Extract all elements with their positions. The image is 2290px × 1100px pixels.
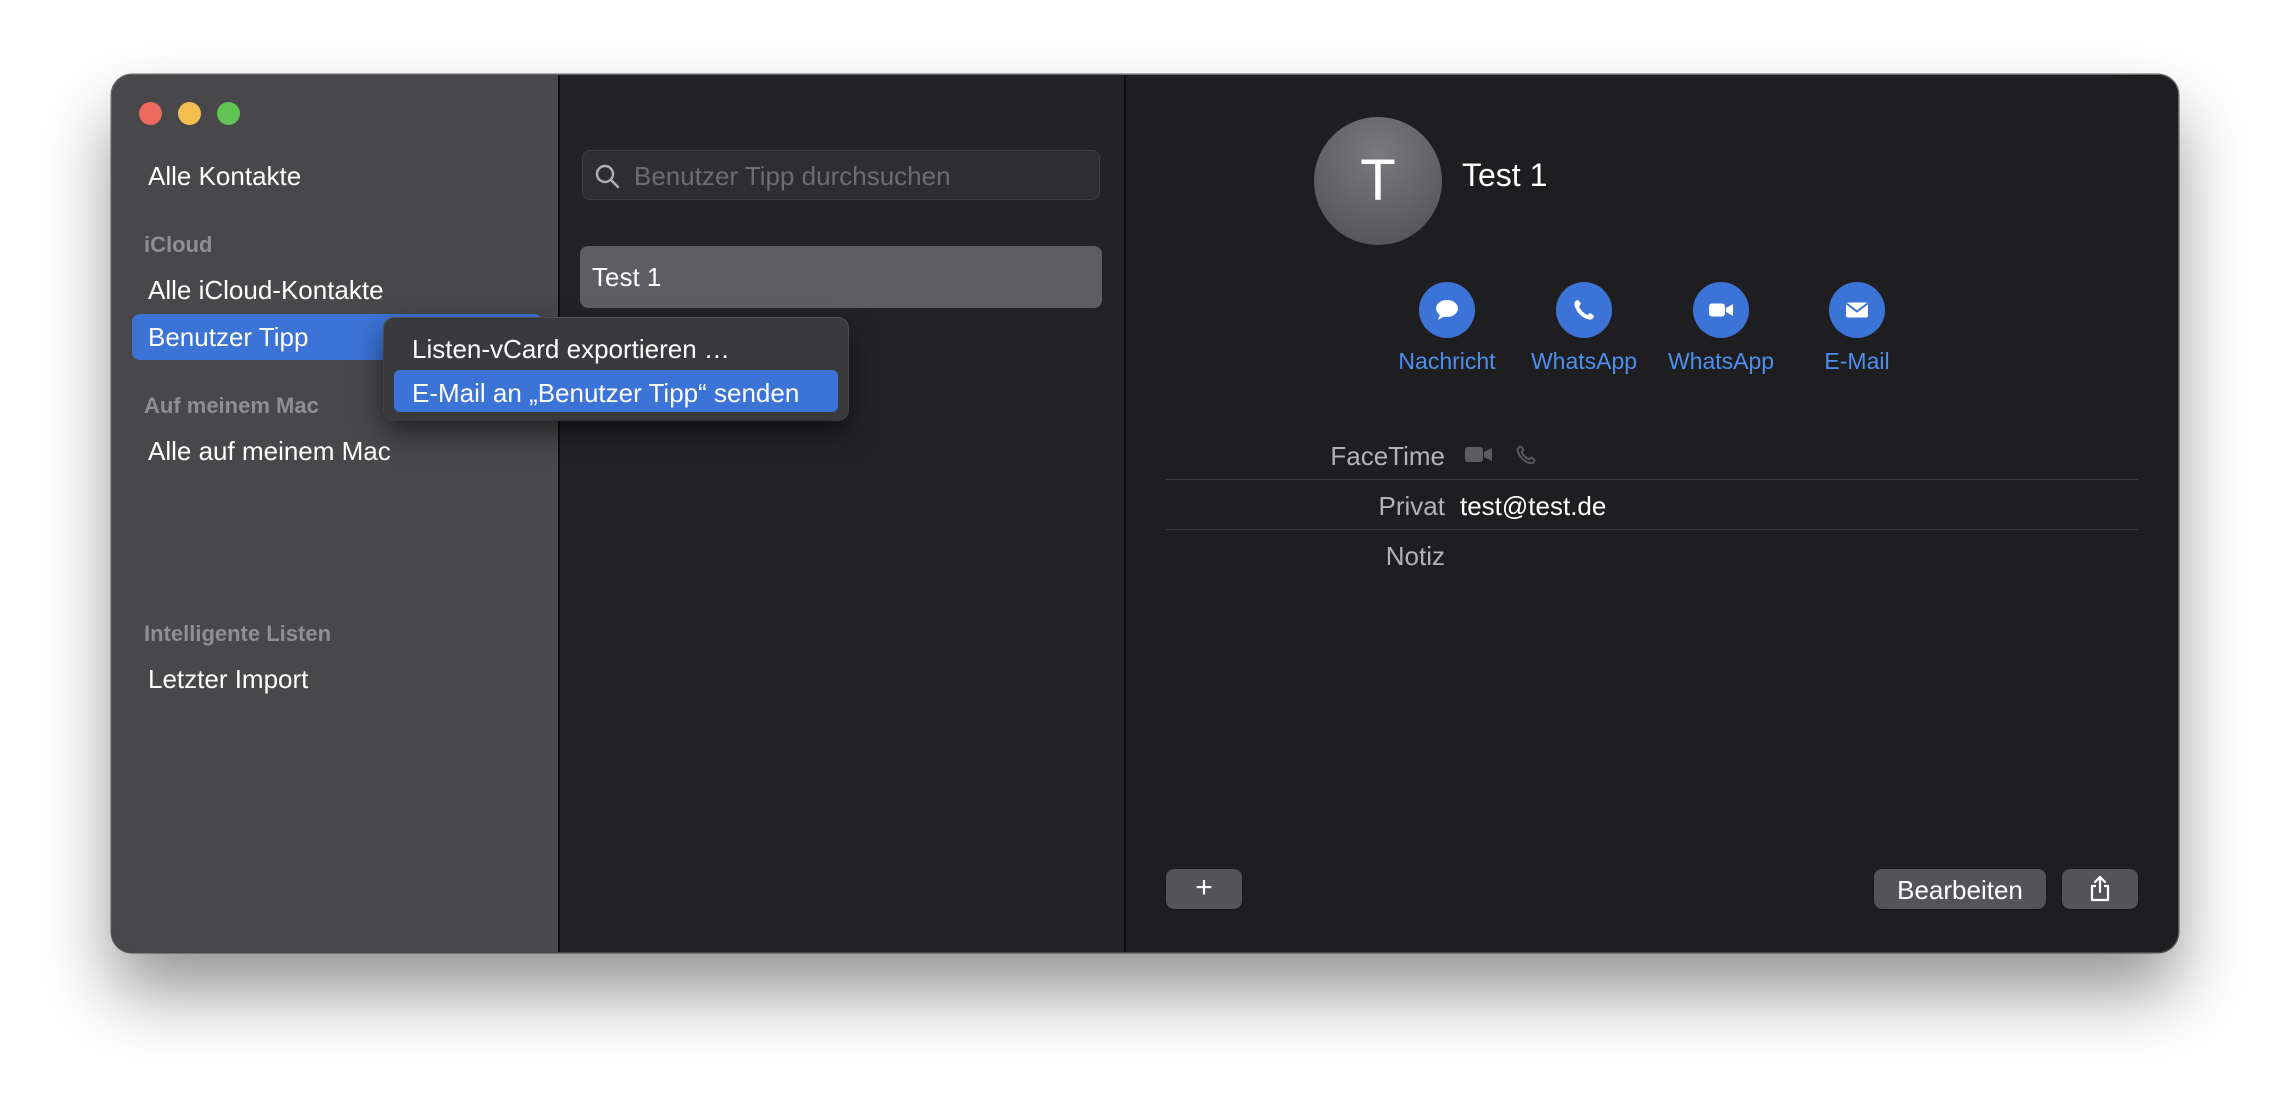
plus-icon: + xyxy=(1195,871,1213,904)
notiz-label: Notiz xyxy=(1385,541,1445,571)
contact-row-name: Test 1 xyxy=(592,262,662,292)
add-field-button[interactable]: + xyxy=(1166,869,1242,909)
field-divider xyxy=(1166,529,2138,530)
menu-item-label: Listen-vCard exportieren … xyxy=(412,334,730,364)
facetime-audio-icon[interactable] xyxy=(1514,443,1538,472)
action-label: Nachricht xyxy=(1398,348,1496,374)
menu-item-email-group[interactable]: E-Mail an „Benutzer Tipp“ senden xyxy=(394,370,838,412)
privat-label: Privat xyxy=(1378,491,1445,521)
list-divider[interactable] xyxy=(1124,75,1126,952)
zoom-window-button[interactable] xyxy=(217,102,240,125)
search-icon xyxy=(594,163,620,194)
sidebar: Alle Kontakte iCloud Alle iCloud-Kontakt… xyxy=(112,75,558,952)
message-bubble-icon xyxy=(1419,282,1475,338)
privat-email-value[interactable]: test@test.de xyxy=(1460,491,1606,522)
contact-name: Test 1 xyxy=(1462,157,1548,193)
sidebar-header-smart-lists: Intelligente Listen xyxy=(144,621,332,646)
action-label: E-Mail xyxy=(1824,348,1890,374)
sidebar-item-label: Benutzer Tipp xyxy=(148,322,309,352)
sidebar-item-all-contacts[interactable]: Alle Kontakte xyxy=(148,161,301,192)
search-field[interactable]: Benutzer Tipp durchsuchen xyxy=(582,150,1100,200)
sidebar-item-all-icloud[interactable]: Alle iCloud-Kontakte xyxy=(148,275,384,306)
avatar: T xyxy=(1314,117,1442,245)
close-window-button[interactable] xyxy=(139,102,162,125)
sidebar-header-on-my-mac: Auf meinem Mac xyxy=(144,393,319,418)
menu-item-export-vcard[interactable]: Listen-vCard exportieren … xyxy=(394,326,838,368)
action-label: WhatsApp xyxy=(1667,348,1775,374)
menu-item-label: E-Mail an „Benutzer Tipp“ senden xyxy=(412,378,800,408)
video-camera-icon xyxy=(1693,282,1749,338)
contact-list-pane xyxy=(560,75,1126,952)
action-label: WhatsApp xyxy=(1530,348,1638,374)
edit-button-label: Bearbeiten xyxy=(1897,875,2023,905)
sidebar-item-all-mac[interactable]: Alle auf meinem Mac xyxy=(148,436,391,467)
sidebar-item-last-import[interactable]: Letzter Import xyxy=(148,664,308,695)
facetime-label: FaceTime xyxy=(1330,441,1445,471)
sidebar-header-icloud: iCloud xyxy=(144,232,213,257)
envelope-icon xyxy=(1829,282,1885,338)
contact-row[interactable]: Test 1 xyxy=(580,246,1102,308)
share-icon xyxy=(2088,875,2112,908)
search-placeholder: Benutzer Tipp durchsuchen xyxy=(634,161,951,191)
contacts-window: Alle Kontakte iCloud Alle iCloud-Kontakt… xyxy=(112,75,2178,952)
field-divider xyxy=(1166,479,2138,480)
avatar-initial: T xyxy=(1360,148,1396,213)
edit-button[interactable]: Bearbeiten xyxy=(1874,869,2046,909)
minimize-window-button[interactable] xyxy=(178,102,201,125)
context-menu: Listen-vCard exportieren … E-Mail an „Be… xyxy=(384,318,848,420)
phone-icon xyxy=(1556,282,1612,338)
facetime-video-icon[interactable] xyxy=(1464,443,1494,472)
share-button[interactable] xyxy=(2062,869,2138,909)
